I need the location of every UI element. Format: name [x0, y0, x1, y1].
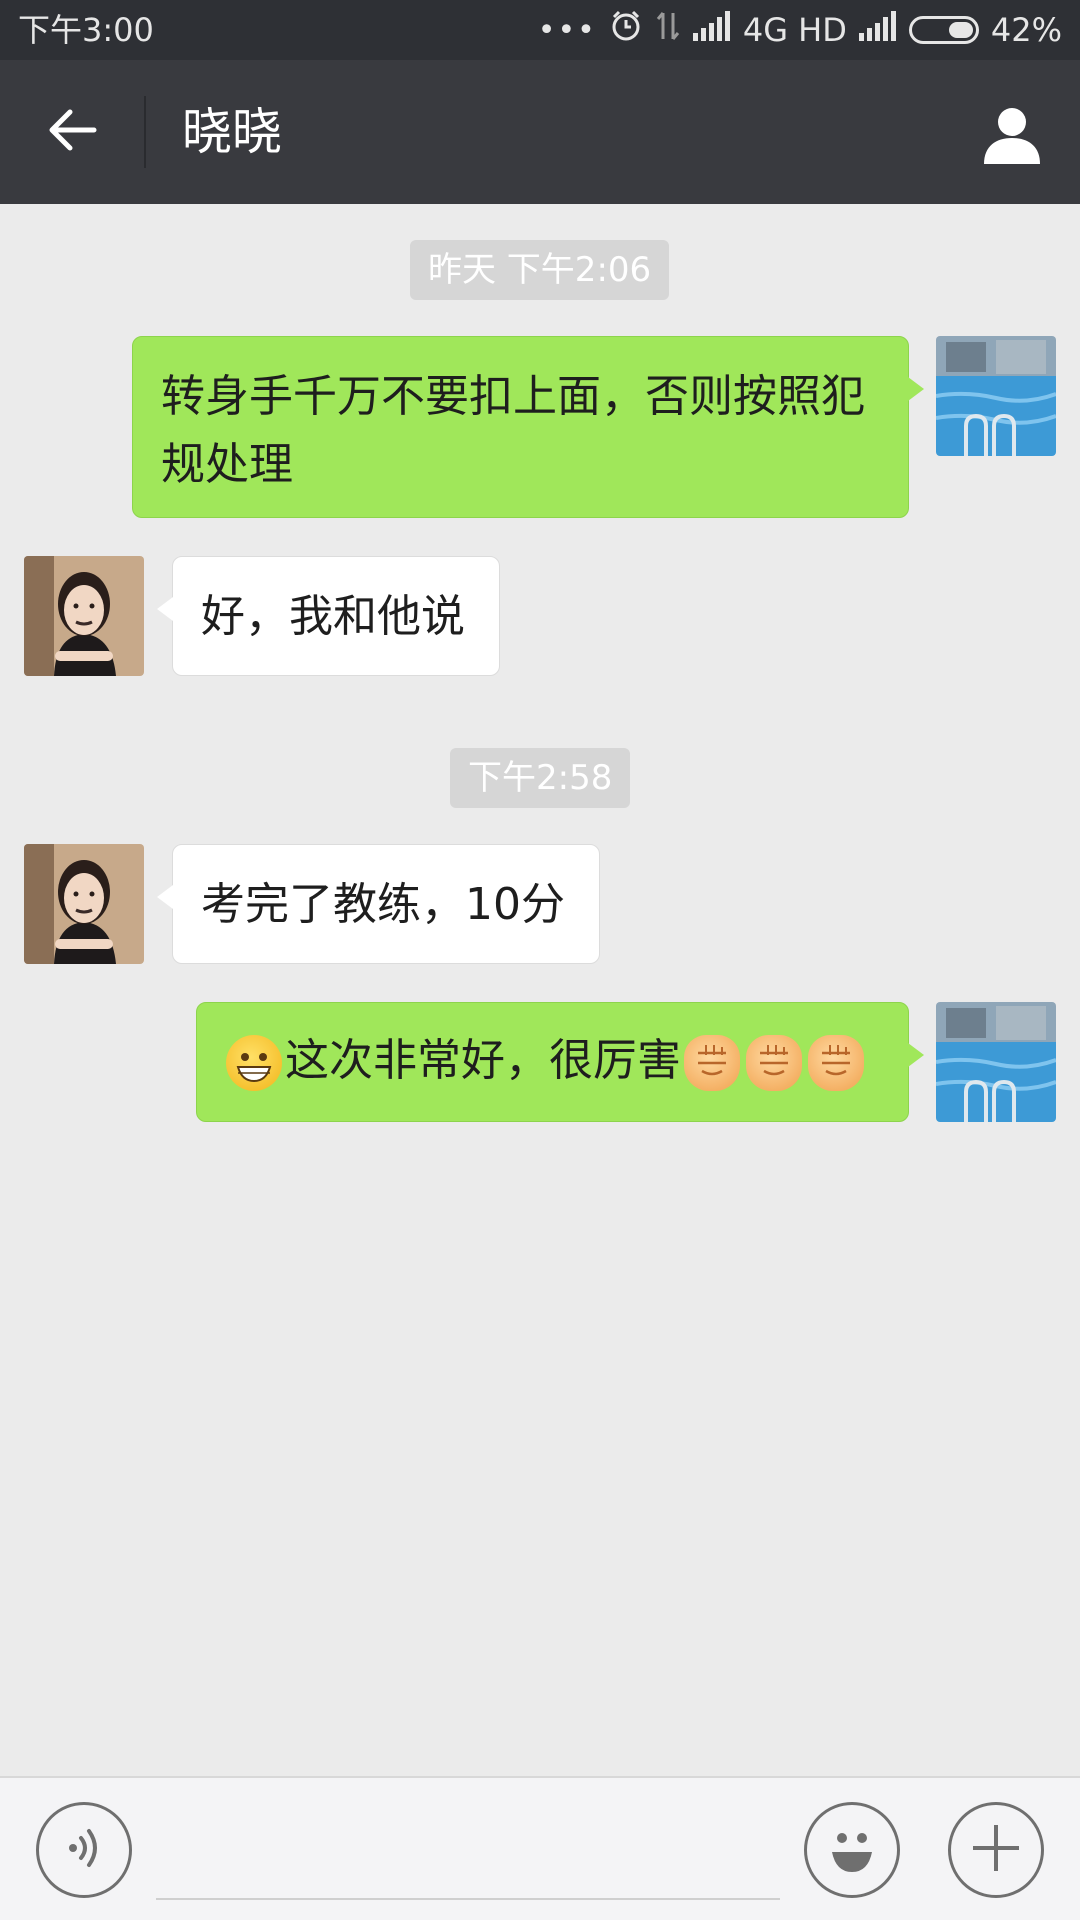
voice-button[interactable]	[36, 1802, 132, 1898]
input-bar	[0, 1776, 1080, 1920]
data-arrows-icon	[655, 9, 681, 51]
message-text: 好，我和他说	[201, 591, 465, 642]
plus-icon	[969, 1821, 1023, 1879]
my-avatar[interactable]	[936, 336, 1056, 456]
chat-area[interactable]: 昨天 下午2:06 转身手千万不要扣上面，否则按照犯规处理 好，我和他说 下午2…	[0, 204, 1080, 1776]
signal-icon-2	[858, 11, 897, 49]
alarm-icon	[609, 9, 643, 51]
message-bubble-received[interactable]: 好，我和他说	[157, 556, 500, 676]
message-bubble-sent[interactable]: 这次非常好，很厉害	[196, 1002, 924, 1122]
contact-avatar[interactable]	[24, 556, 144, 676]
voice-icon	[59, 1823, 109, 1877]
person-icon	[980, 102, 1044, 170]
message-text: 考完了教练，10分	[201, 879, 565, 930]
profile-button[interactable]	[972, 96, 1052, 176]
status-icons: ••• 4G HD 42%	[538, 8, 1062, 52]
arrow-left-icon	[46, 108, 98, 156]
fist-icon	[746, 1035, 802, 1091]
contact-avatar[interactable]	[24, 844, 144, 964]
smiley-icon	[820, 1816, 884, 1884]
battery-fill	[948, 22, 973, 38]
emoji-button[interactable]	[804, 1802, 900, 1898]
network-type: 4G HD	[742, 11, 847, 49]
message-text: 转身手千万不要扣上面，否则按照犯规处理	[161, 371, 865, 490]
status-bar: 下午3:00 ••• 4G HD 42%	[0, 0, 1080, 60]
more-button[interactable]	[948, 1802, 1044, 1898]
title-bar: 晓晓	[0, 60, 1080, 204]
message-input[interactable]	[156, 1808, 780, 1900]
message-bubble-received[interactable]: 考完了教练，10分	[157, 844, 600, 964]
message-text: 这次非常好，很厉害	[285, 1035, 681, 1086]
battery-percent: 42%	[990, 11, 1062, 49]
signal-icon	[692, 11, 731, 49]
more-dots: •••	[537, 12, 597, 48]
battery-icon	[908, 16, 979, 44]
grin-icon	[226, 1035, 282, 1091]
my-avatar[interactable]	[936, 1002, 1056, 1122]
title-divider	[144, 96, 146, 168]
chat-title: 晓晓	[182, 103, 282, 161]
fist-icon	[684, 1035, 740, 1091]
status-time: 下午3:00	[18, 11, 154, 49]
fist-icon	[808, 1035, 864, 1091]
timestamp-chip: 昨天 下午2:06	[410, 240, 670, 300]
message-bubble-sent[interactable]: 转身手千万不要扣上面，否则按照犯规处理	[132, 336, 924, 518]
timestamp-chip: 下午2:58	[450, 748, 631, 808]
back-button[interactable]	[36, 96, 108, 168]
